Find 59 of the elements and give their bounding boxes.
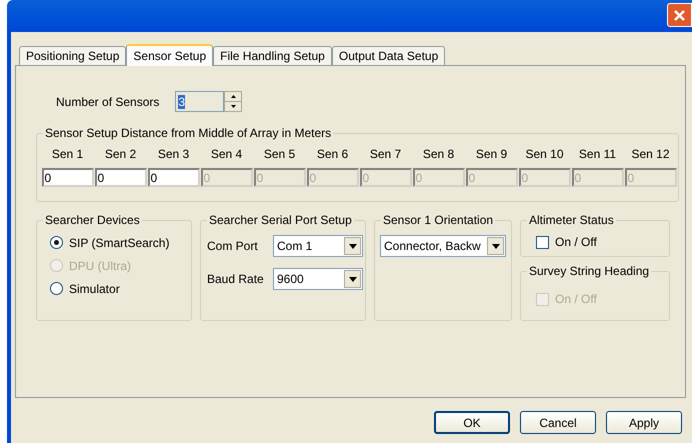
dialog-button[interactable]: OK [434, 411, 510, 434]
number-field[interactable]: 3 [175, 91, 224, 112]
dialog-button[interactable]: Cancel [520, 411, 596, 434]
checkbox[interactable] [536, 236, 549, 248]
sensor-value: 0 [44, 170, 52, 186]
field-label: Number of Sensors [56, 94, 160, 110]
sensor-value: 0 [522, 170, 528, 186]
tab[interactable]: Output Data Setup [332, 46, 446, 65]
close-icon [673, 8, 686, 22]
group-title: Survey String Heading [527, 263, 652, 279]
sensor-value: 0 [574, 170, 582, 186]
field-label: Baud Rate [207, 271, 265, 288]
dropdown[interactable]: Connector, Backw [380, 235, 506, 257]
sensor-value: 0 [310, 170, 316, 186]
sensor-value: 0 [98, 170, 104, 186]
sensor-label: Sen 7 [370, 147, 402, 161]
sensor-label: Sen 3 [158, 147, 190, 161]
radio-label: DPU (Ultra) [69, 258, 131, 274]
sensor-label: Sen 10 [525, 147, 564, 161]
dropdown[interactable]: Com 1 [273, 235, 363, 257]
tab[interactable]: File Handling Setup [213, 46, 332, 65]
field-label: Com Port [207, 238, 259, 255]
sensor-label: Sen 5 [264, 147, 296, 161]
sensor-label: Sen 2 [104, 147, 136, 161]
sensor-label: Sen 9 [476, 147, 508, 161]
spinner[interactable] [224, 91, 242, 112]
radio-button[interactable] [50, 282, 63, 295]
sensor-label: Sen 11 [578, 147, 616, 161]
sensor-label: Sen 6 [316, 147, 348, 161]
radio-label: Simulator [69, 280, 120, 298]
sensor-value: 0 [150, 170, 158, 186]
sensor-label: Sen 4 [210, 147, 242, 161]
sensor-value: 0 [468, 170, 476, 186]
sensor-field[interactable]: 0 [42, 168, 94, 187]
sensor-field[interactable]: 0 [94, 168, 146, 187]
tab[interactable]: Sensor Setup [126, 44, 214, 66]
tab[interactable]: Positioning Setup [19, 46, 126, 65]
group-title: Sensor Setup Distance from Middle of Array in Meters [43, 125, 334, 141]
number-value: 3 [178, 94, 186, 108]
radio-button[interactable] [50, 236, 63, 249]
sensor-field[interactable]: 0 [148, 168, 200, 187]
dropdown-value: 9600 [276, 271, 305, 288]
close-button[interactable] [667, 3, 692, 27]
sensor-label: Sen 12 [631, 147, 670, 161]
group-title: Searcher Serial Port Setup [207, 212, 354, 228]
radio-label: SIP (SmartSearch) [69, 234, 170, 252]
sensor-label: Sen 8 [422, 147, 454, 161]
dropdown-value: Com 1 [276, 238, 314, 255]
sensor-value: 0 [628, 170, 634, 186]
dropdown[interactable]: 9600 [273, 268, 363, 290]
dropdown-value: Connector, Backw [383, 238, 482, 255]
checkbox-label: On / Off [555, 234, 597, 251]
sensor-value: 0 [256, 170, 264, 186]
sensor-value: 0 [416, 170, 422, 186]
dialog-button[interactable]: Apply [606, 411, 682, 434]
sensor-label: Sen 1 [52, 147, 84, 161]
sensor-value: 0 [204, 170, 210, 186]
checkbox-label: On / Off [555, 291, 597, 308]
sensor-value: 0 [362, 170, 370, 186]
